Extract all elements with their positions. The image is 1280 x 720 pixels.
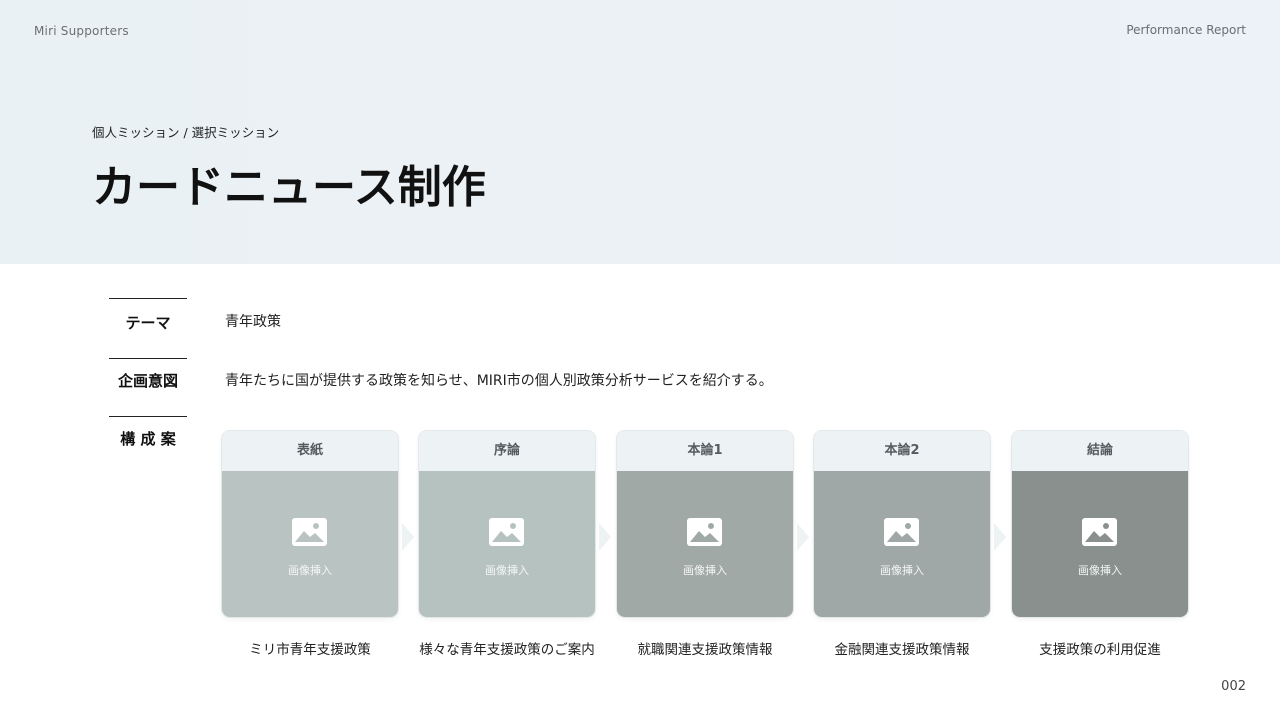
intent-label: 企画意図 — [117, 372, 178, 390]
mission-subtitle: 個人ミッション / 選択ミッション — [92, 125, 280, 140]
image-placeholder-icon — [1082, 518, 1117, 546]
theme-label: テーマ — [125, 314, 171, 332]
image-insert-label: 画像挿入 — [1078, 564, 1122, 577]
card-image-area[interactable]: 画像挿入 — [814, 471, 990, 617]
image-placeholder-icon — [292, 518, 327, 546]
brand-name: Miri Supporters — [34, 24, 129, 38]
card-caption: 金融関連支援政策情報 — [834, 642, 970, 658]
card-image-area[interactable]: 画像挿入 — [222, 471, 398, 617]
card-header: 表紙 — [222, 431, 398, 471]
structure-label: 構 成 案 — [120, 430, 176, 448]
card-body-1: 本論1 画像挿入 — [617, 431, 793, 617]
card-body-2: 本論2 画像挿入 — [814, 431, 990, 617]
card-image-area[interactable]: 画像挿入 — [1012, 471, 1188, 617]
card-header: 序論 — [419, 431, 595, 471]
chevron-right-icon — [994, 523, 1006, 551]
image-insert-label: 画像挿入 — [683, 564, 727, 577]
report-label: Performance Report — [1126, 23, 1246, 37]
image-placeholder-icon — [489, 518, 524, 546]
page-number: 002 — [1221, 679, 1246, 694]
chevron-right-icon — [797, 523, 809, 551]
image-insert-label: 画像挿入 — [288, 564, 332, 577]
card-header: 本論2 — [814, 431, 990, 471]
card-image-area[interactable]: 画像挿入 — [617, 471, 793, 617]
page-title: カードニュース制作 — [92, 162, 486, 213]
card-intro: 序論 画像挿入 — [419, 431, 595, 617]
card-caption: 支援政策の利用促進 — [1039, 642, 1161, 658]
chevron-right-icon — [599, 523, 611, 551]
row-divider — [109, 416, 187, 417]
card-header: 本論1 — [617, 431, 793, 471]
card-image-area[interactable]: 画像挿入 — [419, 471, 595, 617]
chevron-right-icon — [402, 523, 414, 551]
card-caption: ミリ市青年支援政策 — [249, 642, 371, 658]
theme-value: 青年政策 — [225, 314, 281, 330]
image-placeholder-icon — [687, 518, 722, 546]
image-insert-label: 画像挿入 — [880, 564, 924, 577]
image-placeholder-icon — [884, 518, 919, 546]
intent-value: 青年たちに国が提供する政策を知らせ、MIRI市の個人別政策分析サービスを紹介する… — [225, 373, 773, 389]
card-caption: 様々な青年支援政策のご案内 — [419, 642, 595, 658]
card-conclusion: 結論 画像挿入 — [1012, 431, 1188, 617]
card-caption: 就職関連支援政策情報 — [637, 642, 773, 658]
image-insert-label: 画像挿入 — [485, 564, 529, 577]
row-divider — [109, 358, 187, 359]
card-cover: 表紙 画像挿入 — [222, 431, 398, 617]
row-divider — [109, 298, 187, 299]
card-header: 結論 — [1012, 431, 1188, 471]
